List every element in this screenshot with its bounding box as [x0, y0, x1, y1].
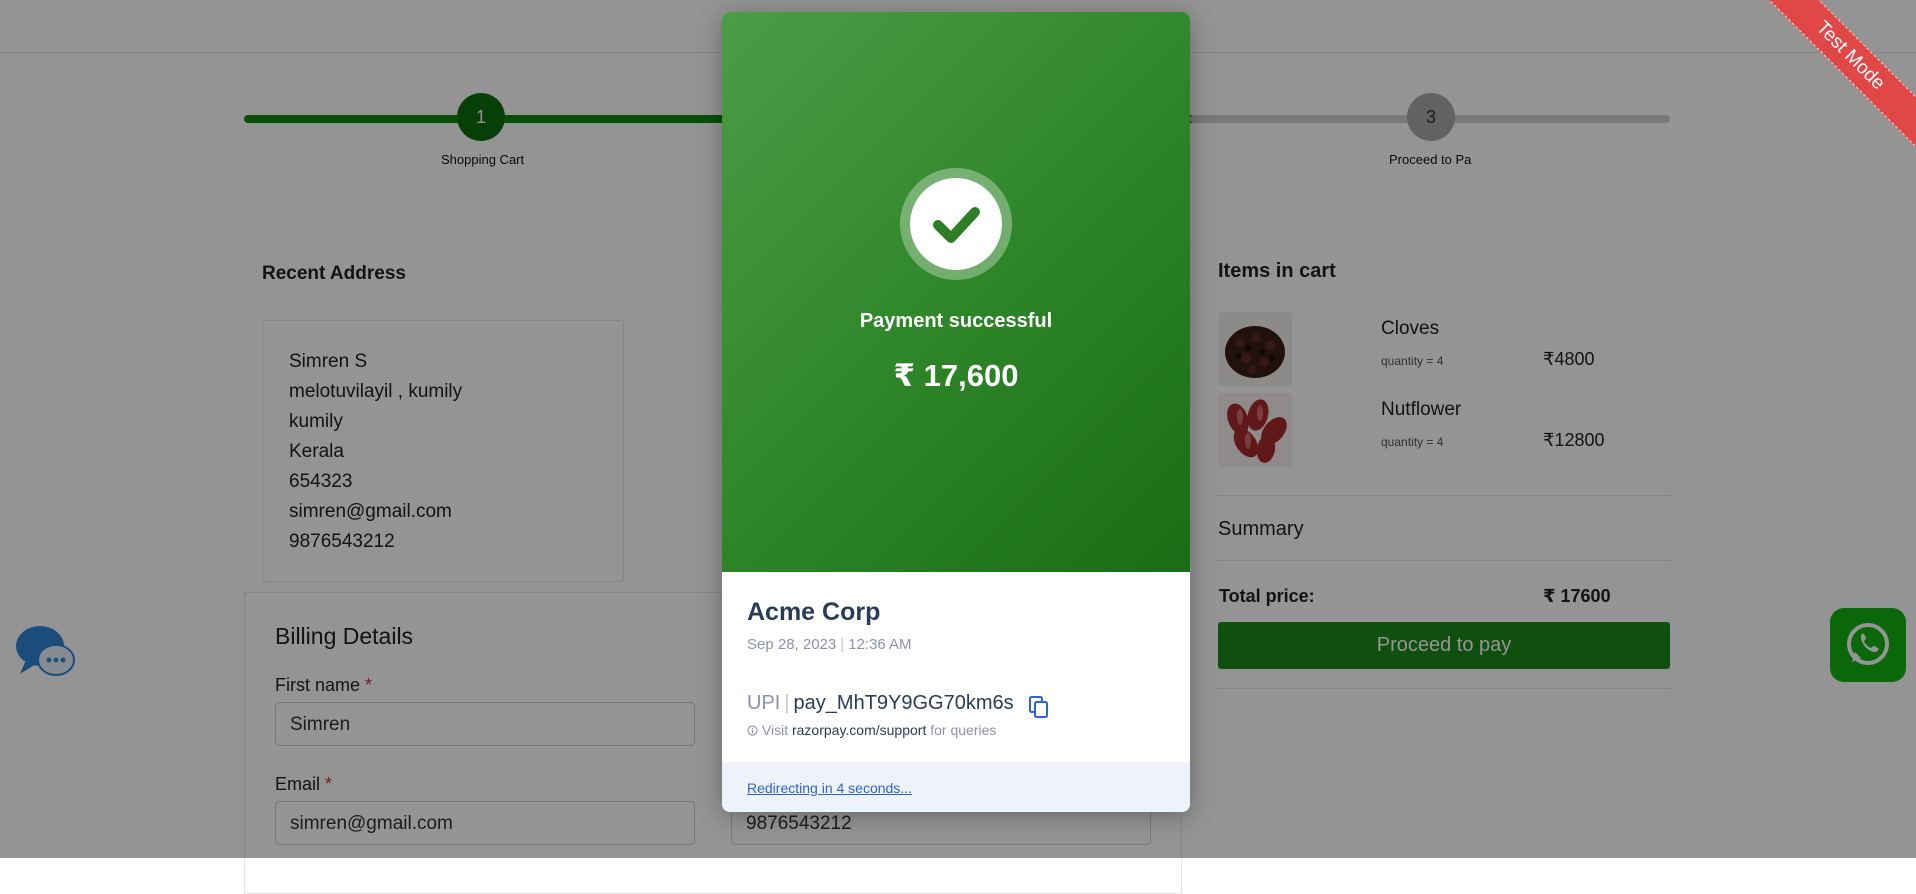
info-icon	[747, 725, 758, 736]
test-mode-ribbon: Test Mode	[1746, 0, 1916, 170]
redirect-link[interactable]: Redirecting in 4 seconds...	[747, 780, 912, 796]
support-info: Visit razorpay.com/support for queries	[747, 722, 996, 738]
visit-prefix: Visit	[761, 722, 789, 738]
merchant-name: Acme Corp	[747, 598, 881, 626]
payment-time: 12:36 AM	[848, 636, 912, 653]
success-check-circle	[910, 178, 1002, 270]
payment-amount: ₹ 17,600	[893, 358, 1019, 393]
payment-date: Sep 28, 2023	[747, 636, 837, 653]
method-separator: |	[784, 692, 790, 714]
copy-icon[interactable]	[1028, 695, 1050, 719]
payment-success-header: Payment successful ₹ 17,600	[722, 12, 1190, 572]
payment-success-modal: Payment successful ₹ 17,600 Acme Corp Se…	[722, 12, 1190, 812]
test-mode-label: Test Mode	[1746, 0, 1916, 161]
visit-suffix: for queries	[930, 722, 997, 738]
redirect-footer: Redirecting in 4 seconds...	[722, 762, 1190, 812]
payment-status-text: Payment successful	[859, 310, 1053, 332]
payment-datetime: Sep 28, 2023 | 12:36 AM	[747, 636, 912, 653]
payment-method: UPI	[747, 692, 781, 714]
check-icon	[933, 207, 980, 243]
payment-id-row: UPI | pay_MhT9Y9GG70km6s	[747, 692, 1016, 715]
support-link[interactable]: razorpay.com/support	[792, 722, 926, 738]
date-time-separator: |	[840, 636, 845, 653]
payment-id: pay_MhT9Y9GG70km6s	[793, 692, 1014, 714]
